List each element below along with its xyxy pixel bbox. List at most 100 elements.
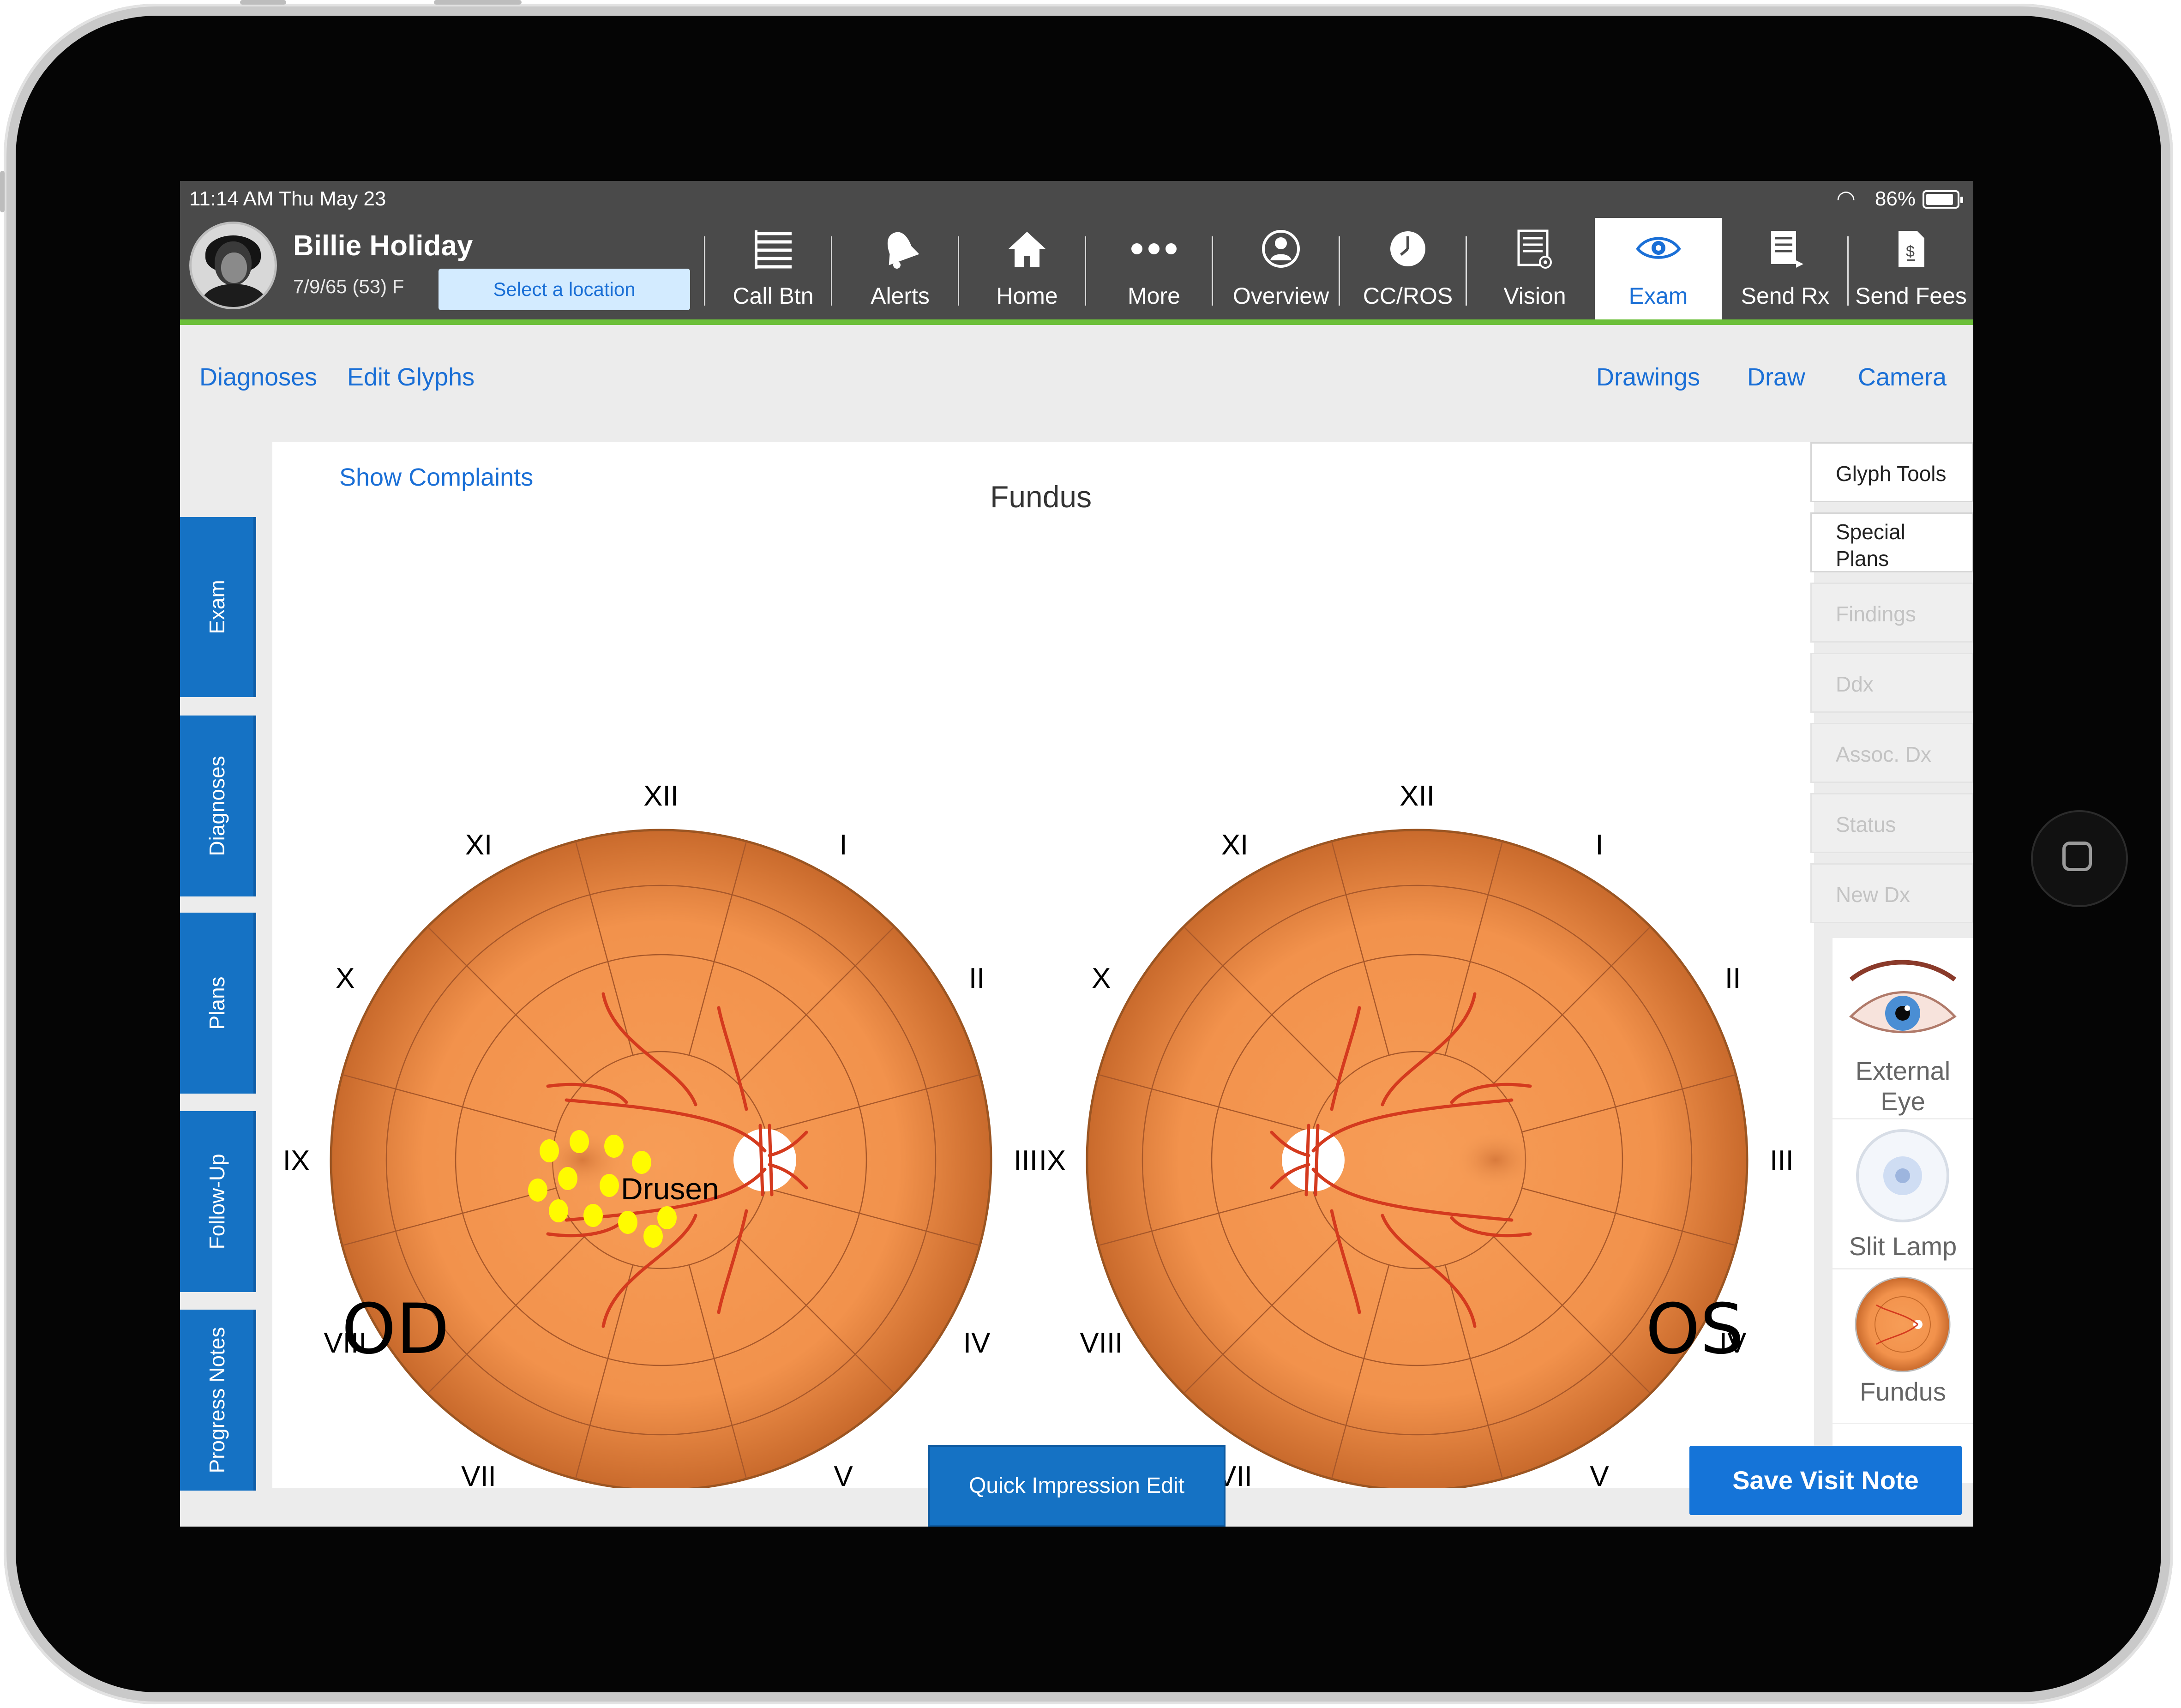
drusen-dot[interactable] bbox=[549, 1199, 568, 1222]
nav-call-btn[interactable]: Call Btn bbox=[711, 218, 835, 319]
battery-percent: 86% bbox=[1875, 187, 1916, 210]
drawings-link[interactable]: Drawings bbox=[1596, 363, 1700, 391]
person-icon bbox=[1219, 228, 1343, 279]
clock-label: III bbox=[1014, 1145, 1038, 1177]
drusen-label: Drusen bbox=[621, 1172, 719, 1206]
edit-glyphs-link[interactable]: Edit Glyphs bbox=[347, 363, 475, 391]
drusen-dot[interactable] bbox=[657, 1206, 677, 1229]
nav-label: CC/ROS bbox=[1363, 283, 1453, 309]
home-hardware-button[interactable] bbox=[2031, 810, 2128, 907]
nav-home[interactable]: Home bbox=[965, 218, 1089, 319]
clock-label: XII bbox=[1400, 780, 1435, 812]
fundus-canvas[interactable]: Show Complaints Fundus XIIIIIIIIIVVVIVII… bbox=[272, 442, 1814, 1488]
clock-label: I bbox=[1595, 829, 1603, 861]
nav-divider bbox=[704, 236, 705, 306]
slit-lamp-item[interactable]: Slit Lamp bbox=[1833, 1120, 1973, 1269]
nav-divider bbox=[1466, 236, 1467, 306]
nav-more[interactable]: More bbox=[1092, 218, 1216, 319]
clock-label: IX bbox=[1039, 1145, 1066, 1177]
nav-alerts[interactable]: Alerts bbox=[838, 218, 962, 319]
quick-impression-edit-button[interactable]: Quick Impression Edit bbox=[928, 1445, 1226, 1527]
patient-avatar[interactable] bbox=[189, 222, 277, 309]
drusen-dot[interactable] bbox=[632, 1151, 651, 1174]
nav-cc-ros[interactable]: CC/ROS bbox=[1346, 218, 1470, 319]
tab-label: Exam bbox=[204, 580, 229, 634]
clock-label: XI bbox=[1221, 829, 1249, 861]
drusen-dot[interactable] bbox=[570, 1130, 589, 1153]
os-label: OS bbox=[1646, 1289, 1744, 1370]
clock-label: XII bbox=[643, 780, 679, 812]
od-fundus[interactable]: XIIIIIIIIIVVVIVIIVIIIIXXXI bbox=[283, 780, 1038, 1488]
nav-send-fees[interactable]: $ Send Fees bbox=[1849, 218, 1973, 319]
ellipsis-icon bbox=[1092, 228, 1216, 279]
new-dx-button[interactable]: New Dx bbox=[1810, 863, 1973, 923]
status-bar: 11:14 AM Thu May 23 ◠ 86% bbox=[180, 181, 1973, 218]
svg-text:$: $ bbox=[1906, 243, 1915, 260]
nav-send-rx[interactable]: Send Rx bbox=[1724, 218, 1846, 319]
drusen-dot[interactable] bbox=[583, 1204, 603, 1227]
nav-divider bbox=[831, 236, 832, 306]
nav-divider bbox=[1085, 236, 1086, 306]
nav-overview[interactable]: Overview bbox=[1219, 218, 1343, 319]
drusen-dot[interactable] bbox=[600, 1174, 619, 1197]
ddx-button[interactable]: Ddx bbox=[1810, 653, 1973, 713]
clock-label: V bbox=[834, 1461, 853, 1488]
od-label: OD bbox=[342, 1289, 450, 1370]
select-location-button[interactable]: Select a location bbox=[439, 269, 690, 310]
draw-link[interactable]: Draw bbox=[1747, 363, 1805, 391]
nav-divider bbox=[1339, 236, 1340, 306]
nav-label: Overview bbox=[1232, 283, 1329, 309]
nav-label: Send Fees bbox=[1855, 283, 1967, 309]
status-button[interactable]: Status bbox=[1810, 793, 1973, 853]
optic-disc bbox=[733, 1129, 796, 1191]
clock-label: X bbox=[336, 962, 354, 994]
diagnoses-link[interactable]: Diagnoses bbox=[199, 363, 317, 391]
exam-type-panel: External Eye Slit Lamp Fundus bbox=[1833, 938, 1973, 1483]
nav-label: Home bbox=[996, 283, 1058, 309]
os-fundus[interactable]: XIIIIIIIIIVVVIVIIVIIIIXXXI bbox=[1039, 780, 1794, 1488]
bell-icon bbox=[838, 228, 962, 279]
tab-follow-up[interactable]: Follow-Up bbox=[180, 1111, 256, 1292]
sub-toolbar: Diagnoses Edit Glyphs Drawings Draw Came… bbox=[180, 325, 1973, 427]
nav-exam[interactable]: Exam bbox=[1595, 218, 1722, 319]
drusen-dot[interactable] bbox=[528, 1179, 547, 1202]
special-plans-button[interactable]: Special Plans bbox=[1810, 512, 1973, 572]
camera-link[interactable]: Camera bbox=[1858, 363, 1947, 391]
clock-label: II bbox=[969, 962, 985, 994]
save-visit-note-button[interactable]: Save Visit Note bbox=[1689, 1446, 1962, 1515]
tab-label: Progress Notes bbox=[204, 1327, 229, 1473]
patient-name: Billie Holiday bbox=[293, 230, 473, 262]
exam-type-label: External Eye bbox=[1855, 1056, 1951, 1116]
glyph-tools-button[interactable]: Glyph Tools bbox=[1810, 442, 1973, 502]
drusen-dot[interactable] bbox=[540, 1139, 559, 1162]
nav-vision[interactable]: Vision bbox=[1472, 218, 1597, 319]
clock-label: IX bbox=[283, 1145, 310, 1177]
tab-diagnoses[interactable]: Diagnoses bbox=[180, 716, 256, 896]
retinal-vessel bbox=[1304, 1124, 1310, 1197]
nav-divider bbox=[1212, 236, 1213, 306]
clock-label: I bbox=[839, 829, 847, 861]
tab-plans[interactable]: Plans bbox=[180, 913, 256, 1094]
external-eye-icon bbox=[1849, 960, 1957, 1034]
exam-type-label: Slit Lamp bbox=[1849, 1232, 1957, 1261]
status-time: 11:14 AM Thu May 23 bbox=[189, 187, 386, 210]
wifi-icon: ◠ bbox=[1836, 186, 1856, 211]
drusen-dot[interactable] bbox=[643, 1225, 663, 1248]
tab-exam[interactable]: Exam bbox=[180, 517, 256, 697]
nav-accent-line bbox=[180, 319, 1973, 325]
drusen-dot[interactable] bbox=[558, 1167, 577, 1190]
clock-label: II bbox=[1725, 962, 1741, 994]
tab-progress-notes[interactable]: Progress Notes bbox=[180, 1310, 256, 1491]
nav-label: Call Btn bbox=[733, 283, 814, 309]
send-rx-icon bbox=[1724, 228, 1846, 279]
external-eye-item[interactable]: External Eye bbox=[1833, 938, 1973, 1119]
assoc-dx-button[interactable]: Assoc. Dx bbox=[1810, 723, 1973, 783]
findings-button[interactable]: Findings bbox=[1810, 583, 1973, 643]
fundus-item[interactable]: Fundus bbox=[1833, 1270, 1973, 1424]
drusen-dot[interactable] bbox=[604, 1135, 624, 1158]
tab-label: Plans bbox=[204, 976, 229, 1030]
retinal-vessel bbox=[1314, 1124, 1320, 1197]
nav-label: Send Rx bbox=[1741, 283, 1830, 309]
tab-label: Follow-Up bbox=[204, 1154, 229, 1250]
drusen-dot[interactable] bbox=[618, 1211, 637, 1234]
